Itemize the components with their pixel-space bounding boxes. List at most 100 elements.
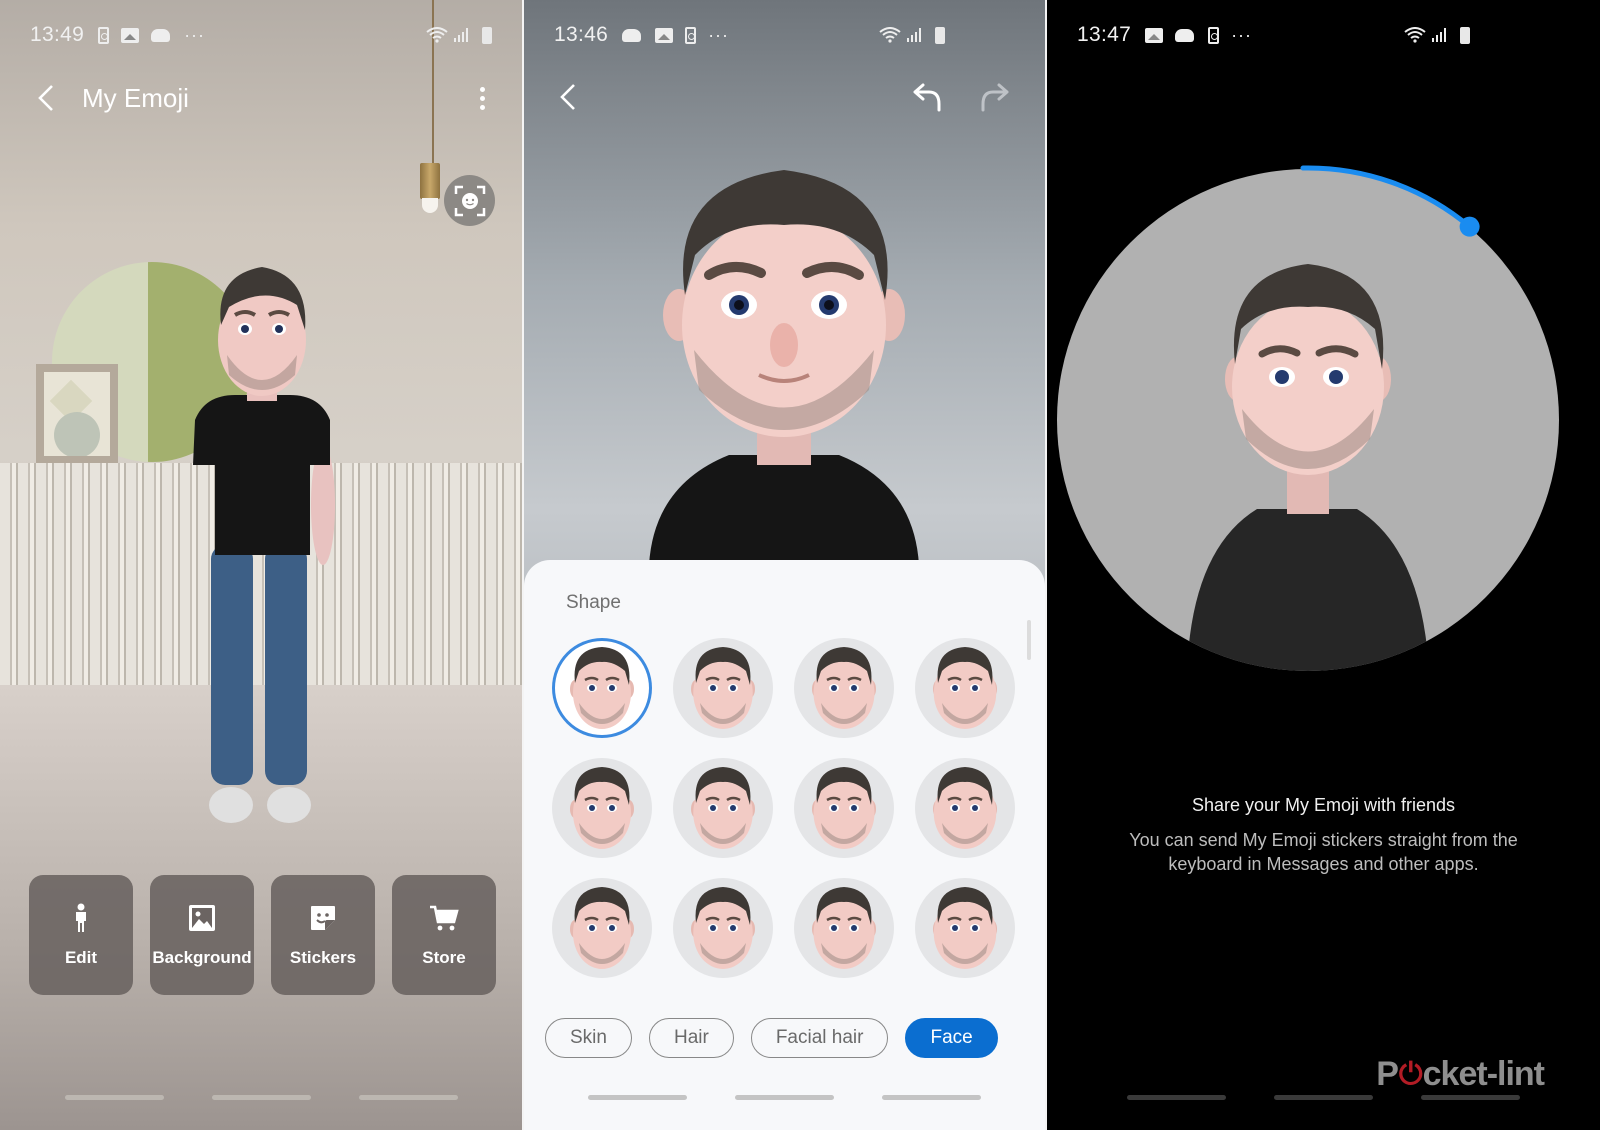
- tab-face[interactable]: Face: [905, 1018, 998, 1058]
- status-time: 13:46: [554, 23, 609, 46]
- image-icon: [189, 905, 215, 931]
- avatar-head-preview: [649, 170, 919, 565]
- pocketlint-watermark: P ⏻ cket-lint: [1376, 1055, 1545, 1094]
- stickers-button[interactable]: Stickers: [271, 875, 375, 995]
- face-shape-thumbnail: [570, 887, 634, 969]
- editor-toolbar: [552, 77, 1015, 117]
- watermark-text-suffix: cket-lint: [1422, 1055, 1545, 1093]
- undo-button[interactable]: [907, 77, 947, 117]
- shape-option[interactable]: [794, 758, 894, 858]
- edit-label: Edit: [64, 948, 98, 967]
- gallery-icon: [1145, 27, 1164, 43]
- section-title: Shape: [566, 592, 621, 613]
- more-options-button[interactable]: [472, 86, 492, 110]
- my-emoji-share-screen: 13:47 ··· Share your My Emoji with frien…: [1047, 0, 1600, 1130]
- gallery-icon: [655, 27, 674, 43]
- lamp: [420, 163, 440, 199]
- face-scan-button[interactable]: [444, 175, 495, 226]
- shape-option[interactable]: [673, 758, 773, 858]
- shape-option[interactable]: [794, 878, 894, 978]
- redo-button[interactable]: [975, 77, 1015, 117]
- chevron-left-icon: [560, 84, 575, 110]
- game-launcher-icon: [1175, 28, 1195, 42]
- stickers-label: Stickers: [289, 948, 357, 967]
- face-shape-thumbnail: [812, 647, 876, 729]
- cart-icon: [430, 905, 459, 931]
- face-shape-thumbnail: [933, 647, 997, 729]
- status-time: 13:47: [1077, 23, 1132, 46]
- avatar-full-body[interactable]: [185, 255, 340, 835]
- game-launcher-icon: [151, 28, 171, 42]
- store-label: Store: [422, 948, 466, 967]
- face-shape-thumbnail: [691, 887, 755, 969]
- category-tabs: Skin Hair Facial hair Face: [545, 1018, 998, 1058]
- background-label: Background: [152, 948, 252, 967]
- back-button[interactable]: [30, 78, 62, 118]
- wifi-icon: [1404, 27, 1426, 43]
- background-button[interactable]: Background: [150, 875, 254, 995]
- signal-icon: [1432, 28, 1446, 42]
- face-shape-thumbnail: [933, 887, 997, 969]
- my-emoji-editor-screen: 13:46 ··· Shape Skin Hair Facial hair Fa…: [524, 0, 1045, 1130]
- picture-frame: [36, 364, 118, 464]
- avatar-preview: [1187, 264, 1429, 671]
- signal-icon: [907, 28, 921, 42]
- face-scan-icon: [454, 185, 485, 216]
- app-bar: My Emoji: [30, 78, 492, 118]
- face-shape-thumbnail: [933, 767, 997, 849]
- speaker-icon: [685, 26, 697, 44]
- more-notifications-icon: ···: [1231, 24, 1253, 45]
- gesture-hints: [0, 1095, 522, 1100]
- avatar-preview-circle: [1057, 169, 1559, 671]
- scrollbar[interactable]: [1027, 620, 1031, 660]
- gesture-hints: [524, 1095, 1045, 1100]
- lamp-bulb: [422, 198, 438, 213]
- battery-icon: [1460, 26, 1470, 44]
- share-title: Share your My Emoji with friends: [1191, 795, 1456, 815]
- status-bar: 13:47 ···: [1077, 20, 1570, 50]
- gesture-hints: [1047, 1095, 1600, 1100]
- customization-sheet: Shape Skin Hair Facial hair Face: [524, 560, 1045, 1130]
- gallery-icon: [121, 27, 140, 43]
- more-notifications-icon: ···: [184, 24, 206, 45]
- my-emoji-home-screen: 13:49 ··· My Emoji Edit Background Stick…: [0, 0, 522, 1130]
- shape-option[interactable]: [673, 638, 773, 738]
- shape-option[interactable]: [915, 638, 1015, 738]
- watermark-text-prefix: P: [1376, 1055, 1399, 1093]
- share-description: You can send My Emoji stickers straight …: [1129, 830, 1518, 874]
- store-button[interactable]: Store: [392, 875, 496, 995]
- more-notifications-icon: ···: [708, 24, 730, 45]
- battery-icon: [935, 26, 945, 44]
- tab-hair[interactable]: Hair: [648, 1018, 734, 1058]
- speaker-icon: [1208, 26, 1220, 44]
- wifi-icon: [879, 27, 901, 43]
- shape-option[interactable]: [552, 758, 652, 858]
- shape-option[interactable]: [794, 638, 894, 738]
- face-shape-thumbnail: [570, 767, 634, 849]
- page-title: My Emoji: [82, 82, 189, 113]
- shape-option[interactable]: [673, 878, 773, 978]
- tab-facial-hair[interactable]: Facial hair: [750, 1018, 889, 1058]
- face-shape-thumbnail: [691, 767, 755, 849]
- face-shape-thumbnail: [812, 887, 876, 969]
- status-bar: 13:46 ···: [554, 20, 1015, 50]
- tab-skin[interactable]: Skin: [545, 1018, 632, 1058]
- person-icon: [76, 903, 86, 932]
- sticker-icon: [311, 906, 335, 930]
- shape-option[interactable]: [915, 758, 1015, 858]
- shape-option[interactable]: [552, 638, 652, 738]
- shape-option[interactable]: [915, 878, 1015, 978]
- chevron-left-icon: [38, 85, 53, 111]
- action-buttons: Edit Background Stickers Store: [29, 875, 496, 995]
- game-launcher-icon: [622, 28, 642, 42]
- wifi-icon: [426, 27, 448, 43]
- face-shape-thumbnail: [570, 647, 634, 729]
- undo-icon: [913, 83, 941, 112]
- speaker-icon: [98, 26, 110, 44]
- status-time: 13:49: [30, 23, 85, 46]
- status-bar: 13:49 ···: [30, 20, 492, 50]
- back-button[interactable]: [552, 77, 584, 117]
- shape-option[interactable]: [552, 878, 652, 978]
- signal-icon: [454, 28, 468, 42]
- edit-button[interactable]: Edit: [29, 875, 133, 995]
